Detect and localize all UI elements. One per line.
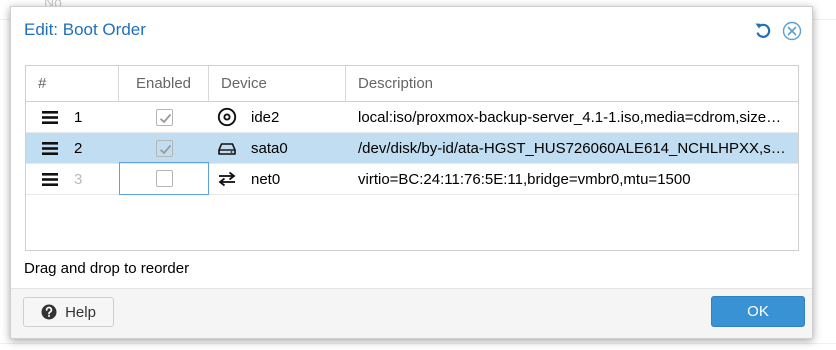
order-number: 1 [74,108,83,126]
help-button[interactable]: Help [23,297,114,327]
description-cell: virtio=BC:24:11:76:5E:11,bridge=vmbr0,mt… [346,164,798,194]
order-cell: 2 [26,133,119,163]
drag-handle-icon[interactable] [42,110,58,124]
enabled-checkbox[interactable] [155,139,173,157]
ok-button[interactable]: OK [711,296,805,327]
table-row[interactable]: 2 sata0 /dev/disk/by-id/ata-HGST_HUS7260… [26,133,798,164]
harddisk-icon [218,143,236,155]
description-cell: local:iso/proxmox-backup-server_4.1-1.is… [346,102,798,132]
order-number: 2 [74,139,83,157]
enabled-cell [119,102,209,132]
device-cell: net0 [209,164,346,194]
device-name: ide2 [251,108,280,126]
dialog-footer: Help OK [11,288,812,338]
order-cell: 3 [26,164,119,194]
table-row[interactable]: 3 net0 virtio=BC:24:11:76:5E:11,bridge=v… [26,162,798,195]
help-button-label: Help [65,303,96,321]
order-cell: 1 [26,102,119,132]
enabled-checkbox[interactable] [155,108,173,126]
table-row[interactable]: 1 ide2 local:iso/proxmox-backup-server_4… [26,102,798,133]
boot-order-dialog: Edit: Boot Order # Enabled Device Descri… [10,6,813,339]
enabled-cell [119,162,209,195]
device-cell: sata0 [209,133,346,163]
description-cell: /dev/disk/by-id/ata-HGST_HUS726060ALE614… [346,133,798,163]
drag-handle-icon[interactable] [42,141,58,155]
column-header-description[interactable]: Description [346,66,798,101]
ok-button-label: OK [747,303,769,320]
device-description: /dev/disk/by-id/ata-HGST_HUS726060ALE614… [358,139,788,157]
column-header-device[interactable]: Device [209,66,346,101]
enabled-cell [119,133,209,163]
question-circle-icon [41,304,57,320]
drag-handle-icon[interactable] [42,172,58,186]
order-number: 3 [74,170,83,188]
column-header-enabled[interactable]: Enabled [119,66,209,101]
device-description: local:iso/proxmox-backup-server_4.1-1.is… [358,108,788,126]
device-description: virtio=BC:24:11:76:5E:11,bridge=vmbr0,mt… [358,170,691,188]
device-cell: ide2 [209,102,346,132]
drag-hint-text: Drag and drop to reorder [24,260,190,277]
dialog-title: Edit: Boot Order [24,20,146,39]
enabled-checkbox[interactable] [155,170,173,187]
close-icon[interactable] [782,21,802,41]
background-divider [0,343,836,344]
dialog-header: Edit: Boot Order [11,7,812,55]
cdrom-icon [217,107,237,127]
device-name: net0 [251,170,281,188]
boot-order-grid: # Enabled Device Description 1 ide2 loca… [25,65,799,251]
column-header-order[interactable]: # [26,66,119,101]
grid-header: # Enabled Device Description [26,66,798,102]
device-name: sata0 [251,139,288,157]
network-exchange-icon [218,171,236,187]
undo-icon[interactable] [753,21,773,41]
